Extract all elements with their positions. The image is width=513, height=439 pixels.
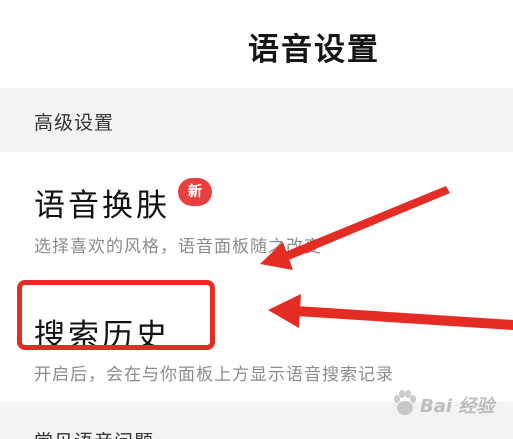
section-header-advanced: 高级设置: [0, 88, 513, 152]
section-label-advanced: 高级设置: [34, 112, 115, 134]
section-label-faq: 常见语音问题: [34, 427, 154, 439]
baidu-paw-icon: [394, 390, 416, 415]
setting-row-voice-skin[interactable]: 语音换肤 选择喜欢的风格，语音面板随之改变: [0, 152, 513, 272]
watermark: Bai 经验: [392, 386, 512, 426]
voice-settings-screen: 语音设置 高级设置 语音换肤 选择喜欢的风格，语音面板随之改变 新 搜索历史 开…: [0, 0, 513, 439]
setting-description-search-history: 开启后，会在与你面板上方显示语音搜索记录: [34, 365, 394, 385]
page-header: 语音设置: [0, 0, 513, 88]
setting-title-voice-skin: 语音换肤: [34, 188, 170, 224]
annotation-highlight-box: [17, 280, 215, 350]
page-title: 语音设置: [248, 32, 380, 68]
setting-description-voice-skin: 选择喜欢的风格，语音面板随之改变: [34, 237, 322, 257]
watermark-text: Bai 经验: [420, 396, 495, 417]
new-badge: 新: [178, 178, 212, 206]
